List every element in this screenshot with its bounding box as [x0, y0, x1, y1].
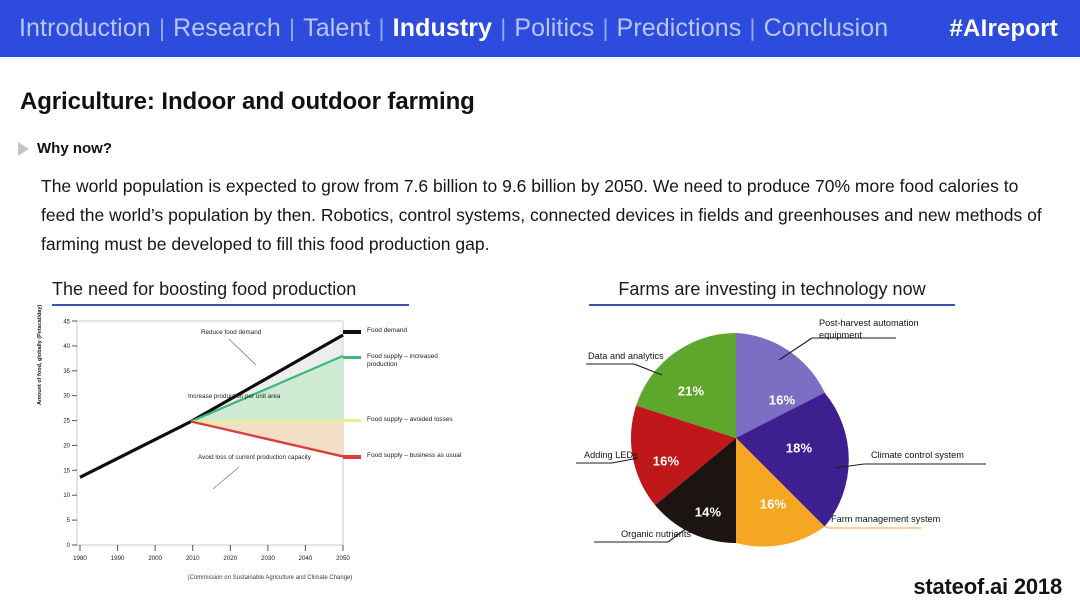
- footer-brand: stateof.ai 2018: [913, 574, 1062, 599]
- line-chart-source-caption: (Commission on Sustainable Agriculture a…: [187, 575, 353, 581]
- report-hashtag: #AIreport: [949, 14, 1058, 42]
- annotation-avoid-loss: Avoid loss of current production capacit…: [198, 454, 311, 461]
- svg-text:30: 30: [63, 394, 70, 400]
- svg-text:0: 0: [67, 543, 71, 549]
- pie-label-climate-control: Climate control system: [871, 450, 964, 460]
- svg-text:10: 10: [63, 493, 70, 499]
- legend-swatch-increased-production: [343, 355, 361, 360]
- body-paragraph: The world population is expected to grow…: [41, 176, 1042, 254]
- top-navigation-bar: Introduction | Research | Talent | Indus…: [0, 0, 1080, 57]
- nav-item-research[interactable]: Research: [172, 14, 282, 43]
- nav-item-conclusion[interactable]: Conclusion: [763, 14, 890, 43]
- svg-text:5: 5: [67, 518, 71, 524]
- nav-separator: |: [288, 15, 296, 42]
- svg-text:1990: 1990: [111, 555, 125, 562]
- svg-text:15: 15: [63, 468, 70, 474]
- nav-separator: |: [749, 15, 756, 42]
- nav-separator: |: [378, 15, 385, 42]
- right-panel-heading: Farms are investing in technology now: [589, 279, 955, 306]
- svg-text:2010: 2010: [186, 555, 200, 562]
- legend-swatch-business-as-usual: [343, 455, 361, 459]
- svg-text:2030: 2030: [261, 555, 275, 562]
- farm-technology-pie-chart: 16% 18% 16% 14% 16% 21% Post-harvest aut…: [576, 318, 1056, 588]
- legend-item: Food supply – increased production: [343, 353, 463, 370]
- annotation-reduce-food-demand: Reduce food demand: [201, 329, 262, 336]
- pie-value-post-harvest: 16%: [768, 392, 796, 408]
- bullet-label: Why now?: [37, 140, 112, 157]
- nav-item-politics[interactable]: Politics: [513, 14, 595, 43]
- legend-swatch-avoided-losses: [343, 418, 361, 423]
- left-panel-heading: The need for boosting food production: [52, 279, 409, 306]
- legend-item: Food supply – business as usual: [343, 452, 463, 461]
- svg-text:45: 45: [63, 320, 70, 326]
- nav-item-predictions[interactable]: Predictions: [616, 14, 743, 43]
- pie-value-organic-nutrients: 14%: [694, 504, 722, 520]
- nav-item-industry[interactable]: Industry: [392, 14, 493, 43]
- pie-value-data-analytics: 21%: [677, 383, 705, 399]
- pie-label-post-harvest: Post-harvest automation equipment: [819, 318, 919, 340]
- pie-label-organic-nutrients: Organic nutrients: [621, 529, 691, 539]
- page-title: Agriculture: Indoor and outdoor farming: [20, 88, 475, 115]
- food-production-line-chart: Amount of food, globally (Petacal/day) 0…: [37, 305, 463, 589]
- nav-item-list: Introduction | Research | Talent | Indus…: [18, 14, 889, 43]
- annotation-increase-production: Increase production per unit area: [188, 393, 281, 400]
- svg-text:2020: 2020: [223, 555, 237, 562]
- nav-item-introduction[interactable]: Introduction: [18, 14, 152, 43]
- legend-label-food-demand: Food demand: [367, 327, 408, 334]
- svg-text:1980: 1980: [73, 555, 87, 562]
- legend-item: Food supply – avoided losses: [343, 416, 463, 425]
- nav-separator: |: [500, 15, 507, 42]
- legend-label-business-as-usual: Food supply – business as usual: [367, 452, 462, 460]
- why-now-bullet: Why now?: [18, 140, 112, 157]
- svg-text:2000: 2000: [148, 555, 162, 562]
- nav-separator: |: [158, 15, 166, 42]
- legend-swatch-food-demand: [343, 330, 361, 334]
- pie-value-climate-control: 18%: [785, 440, 813, 456]
- pie-value-farm-management: 16%: [759, 496, 787, 512]
- line-chart-legend: Food demand Food supply – increased prod…: [343, 327, 463, 478]
- nav-item-talent[interactable]: Talent: [302, 14, 371, 43]
- svg-text:2040: 2040: [299, 555, 313, 562]
- svg-text:25: 25: [63, 419, 70, 425]
- slide-canvas: Introduction | Research | Talent | Indus…: [0, 0, 1080, 608]
- pie-label-data-analytics: Data and analytics: [588, 351, 664, 361]
- svg-text:40: 40: [63, 344, 70, 350]
- nav-separator: |: [602, 15, 609, 42]
- triangle-bullet-icon: [18, 141, 29, 156]
- legend-label-increased-production: Food supply – increased production: [367, 352, 438, 369]
- svg-text:35: 35: [63, 369, 70, 375]
- pie-label-adding-leds: Adding LEDs: [584, 450, 638, 460]
- legend-label-avoided-losses: Food supply – avoided losses: [367, 415, 453, 423]
- svg-text:20: 20: [63, 443, 70, 449]
- legend-item: Food demand: [343, 327, 463, 336]
- svg-text:2050: 2050: [336, 555, 350, 562]
- line-chart-y-axis-label: Amount of food, globally (Petacal/day): [37, 304, 43, 405]
- pie-label-farm-management: Farm management system: [831, 514, 941, 524]
